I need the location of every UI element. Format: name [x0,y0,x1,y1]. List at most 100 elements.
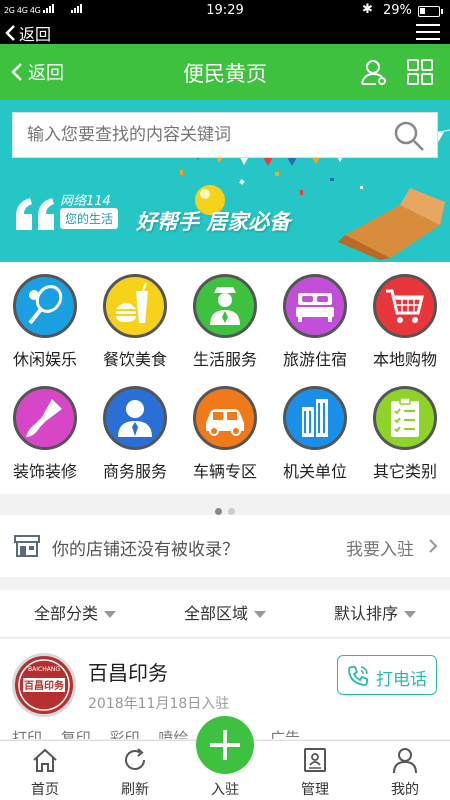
refresh-icon [125,748,145,770]
brand-sub: 您的生活 [60,208,119,229]
business-name: 百昌印务 [88,661,168,685]
dropdown-arrow-icon [404,611,416,618]
category-circle [283,386,347,450]
category-label: 休闲娱乐 [12,350,77,369]
category-grid: 休闲娱乐 餐饮美食 生活服务 旅游住宿 本地购物 装饰装修 商务服务 车辆专区 … [0,262,450,494]
category-dining[interactable]: 餐饮美食 [90,262,180,372]
id-card-icon [304,748,326,772]
system-back-label: 返回 [19,25,52,44]
category-vehicles[interactable]: 车辆专区 [180,374,270,484]
home-icon [33,748,57,772]
category-circle [103,274,167,338]
category-label: 生活服务 [192,350,257,369]
claim-store-row[interactable]: 你的店铺还没有被收录？ 我要入驻 [0,515,450,577]
brand-name: 网络114 [60,194,111,209]
category-label: 餐饮美食 [102,350,167,369]
promo-banner: 网络114 您的生活 好帮手 居家必备 [0,100,450,262]
category-other[interactable]: 其它类别 [360,374,450,484]
dropdown-arrow-icon [254,611,266,618]
filter-sort[interactable]: 默认排序 [300,590,450,638]
search-box[interactable] [12,112,438,158]
hamburger-menu-icon[interactable] [416,24,440,42]
battery-fill [420,8,425,14]
filter-category[interactable]: 全部分类 [0,590,150,638]
category-circle [193,386,257,450]
category-decoration[interactable]: 装饰装修 [0,374,90,484]
grid-view-icon[interactable] [406,58,434,86]
category-circle [13,386,77,450]
bluetooth-icon: ✱ [362,2,373,17]
battery-icon [418,6,443,17]
system-back-button[interactable]: 返回 [4,22,51,44]
businessman-icon [118,400,152,437]
search-input[interactable] [13,113,383,157]
tab-refresh[interactable]: 刷新 [90,741,180,800]
tag: 广告 [269,729,300,739]
claim-text: 你的店铺还没有被收录？ [52,540,239,560]
business-logo: 百昌印务 BAICHANG [12,653,76,717]
tab-label: 刷新 [121,782,149,798]
shopping-cart-icon [386,289,424,323]
claim-link[interactable]: 我要入驻 [346,535,414,560]
category-label: 旅游住宿 [282,350,347,369]
banner-logo [14,196,58,236]
category-circle [283,274,347,338]
filter-bar: 全部分类 全部区域 默认排序 [0,590,450,638]
tab-me[interactable]: 我的 [360,741,450,800]
tag: 打印 [12,729,43,739]
building-icon [302,399,328,437]
filter-region[interactable]: 全部区域 [150,590,300,638]
chevron-right-icon [429,539,438,553]
filter-label: 默认排序 [333,604,398,623]
business-tags: 打印 复印 彩印 喷绘 印刷 广告 [12,727,314,739]
add-listing-button[interactable] [196,716,254,774]
call-label: 打电话 [376,670,427,690]
car-icon [206,409,244,436]
category-label: 机关单位 [282,462,347,481]
logo-text: 百昌印务 [24,679,65,692]
tennis-racket-icon [28,285,63,325]
category-business-services[interactable]: 商务服务 [90,374,180,484]
search-icon[interactable] [393,120,425,152]
user-icon [393,748,417,774]
paint-brush-icon [26,399,62,437]
filter-label: 全部分类 [33,604,98,623]
tab-manage[interactable]: 管理 [270,741,360,800]
category-life-services[interactable]: 生活服务 [180,262,270,372]
tag: 喷绘 [158,729,189,739]
tab-label: 管理 [301,782,329,798]
tab-label: 我的 [391,782,419,798]
tag: 彩印 [109,729,140,739]
chevron-left-icon [5,25,15,41]
category-government[interactable]: 机关单位 [270,374,360,484]
category-circle [103,386,167,450]
category-label: 商务服务 [102,462,167,481]
category-travel-lodging[interactable]: 旅游住宿 [270,262,360,372]
category-local-shopping[interactable]: 本地购物 [360,262,450,372]
app-header: 返回 便民黄页 [0,44,450,100]
category-leisure[interactable]: 休闲娱乐 [0,262,90,372]
join-date: 2018年11月18日入驻 [88,696,230,712]
tab-label: 入驻 [211,782,239,798]
category-circle [193,274,257,338]
phone-icon [348,666,368,686]
status-bar: 2G 4G 4G 19:29 ✱ 29% [0,0,450,22]
category-circle [373,274,437,338]
tab-home[interactable]: 首页 [0,741,90,800]
banner-slogan: 好帮手 居家必备 [136,210,291,234]
category-circle [373,386,437,450]
category-label: 车辆专区 [192,462,257,481]
category-label: 其它类别 [372,462,437,481]
quote-icon [16,198,54,230]
system-nav-bar: 返回 [0,22,450,44]
service-person-icon [210,287,240,325]
logo-arc-text: BAICHANG [28,666,60,673]
call-button[interactable]: 打电话 [337,655,437,695]
storefront-icon [14,535,40,557]
user-settings-icon[interactable] [360,58,388,86]
page-indicator [0,500,450,515]
bed-icon [296,293,334,322]
checklist-icon [391,397,419,437]
tag: 复印 [60,729,91,739]
category-label: 装饰装修 [12,462,77,481]
